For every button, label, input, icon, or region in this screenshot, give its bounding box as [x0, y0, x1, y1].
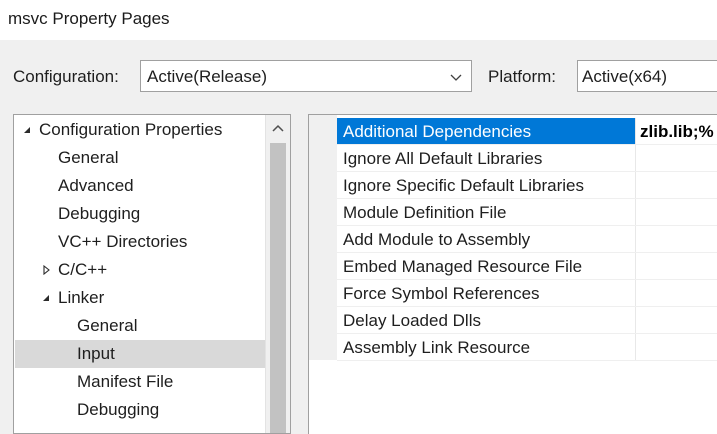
- platform-label: Platform:: [488, 67, 557, 86]
- tree-item[interactable]: Debugging: [15, 396, 265, 424]
- scroll-thumb[interactable]: [270, 143, 286, 433]
- chevron-down-icon: [450, 74, 462, 81]
- property-name[interactable]: Assembly Link Resource: [337, 334, 636, 360]
- tree-item[interactable]: C/C++: [15, 256, 265, 284]
- tree-item-label: Debugging: [77, 400, 160, 419]
- chevron-up-icon[interactable]: [272, 123, 284, 133]
- tree-item-label: General: [77, 316, 138, 335]
- tree-item-label: Configuration Properties: [39, 120, 223, 139]
- tree-item[interactable]: Input: [15, 340, 265, 368]
- tree-item[interactable]: General: [15, 312, 265, 340]
- triangle-expanded-icon[interactable]: [41, 293, 51, 303]
- tree-item-label: Manifest File: [77, 372, 174, 391]
- tree-item-label: General: [58, 148, 119, 167]
- tree-item[interactable]: General: [15, 144, 265, 172]
- tree-item[interactable]: Advanced: [15, 172, 265, 200]
- property-row[interactable]: Ignore All Default Libraries: [337, 145, 717, 172]
- grid-gutter: [309, 115, 337, 360]
- triangle-collapsed-icon[interactable]: [41, 265, 51, 275]
- property-row[interactable]: Embed Managed Resource File: [337, 253, 717, 280]
- tree-item[interactable]: Manifest File: [15, 368, 265, 396]
- title-bar: msvc Property Pages: [0, 0, 717, 40]
- property-tree: Configuration Properties General Advanced D…: [13, 114, 291, 434]
- configuration-dropdown[interactable]: Active(Release): [140, 60, 472, 92]
- tree-item-label: VC++ Directories: [58, 232, 188, 251]
- property-name[interactable]: Delay Loaded Dlls: [337, 307, 636, 333]
- tree-item[interactable]: Linker: [15, 284, 265, 312]
- property-grid: Additional Dependencies zlib.lib;% Ignore …: [308, 114, 717, 434]
- property-name[interactable]: Embed Managed Resource File: [337, 253, 636, 279]
- tree-item[interactable]: VC++ Directories: [15, 228, 265, 256]
- tree-item-label: Input: [77, 344, 115, 363]
- property-row[interactable]: Delay Loaded Dlls: [337, 307, 717, 334]
- property-row[interactable]: Force Symbol References: [337, 280, 717, 307]
- platform-value: Active(x64): [582, 67, 668, 86]
- property-name[interactable]: Force Symbol References: [337, 280, 636, 306]
- configuration-label: Configuration:: [13, 67, 119, 86]
- property-row[interactable]: Add Module to Assembly: [337, 226, 717, 253]
- triangle-expanded-icon[interactable]: [22, 125, 32, 135]
- tree-item-label: Debugging: [58, 204, 141, 223]
- property-name[interactable]: Ignore All Default Libraries: [337, 145, 636, 171]
- property-name[interactable]: Add Module to Assembly: [337, 226, 636, 252]
- window-title: msvc Property Pages: [8, 9, 170, 28]
- tree-item-label: C/C++: [58, 260, 108, 279]
- property-row[interactable]: Additional Dependencies zlib.lib;%: [337, 118, 717, 145]
- property-value[interactable]: zlib.lib;%: [640, 118, 714, 145]
- property-name[interactable]: Module Definition File: [337, 199, 636, 225]
- tree-item-label: Advanced: [58, 176, 134, 195]
- property-name[interactable]: Additional Dependencies: [337, 118, 636, 144]
- platform-dropdown[interactable]: Active(x64): [577, 60, 717, 92]
- configuration-value: Active(Release): [147, 67, 267, 86]
- tree-scrollbar[interactable]: [265, 115, 290, 433]
- property-name[interactable]: Ignore Specific Default Libraries: [337, 172, 636, 198]
- tree-item[interactable]: Configuration Properties: [15, 116, 265, 144]
- tree-item-label: Linker: [58, 288, 105, 307]
- property-row[interactable]: Ignore Specific Default Libraries: [337, 172, 717, 199]
- property-row[interactable]: Module Definition File: [337, 199, 717, 226]
- property-row[interactable]: Assembly Link Resource: [337, 334, 717, 361]
- tree-item[interactable]: Debugging: [15, 200, 265, 228]
